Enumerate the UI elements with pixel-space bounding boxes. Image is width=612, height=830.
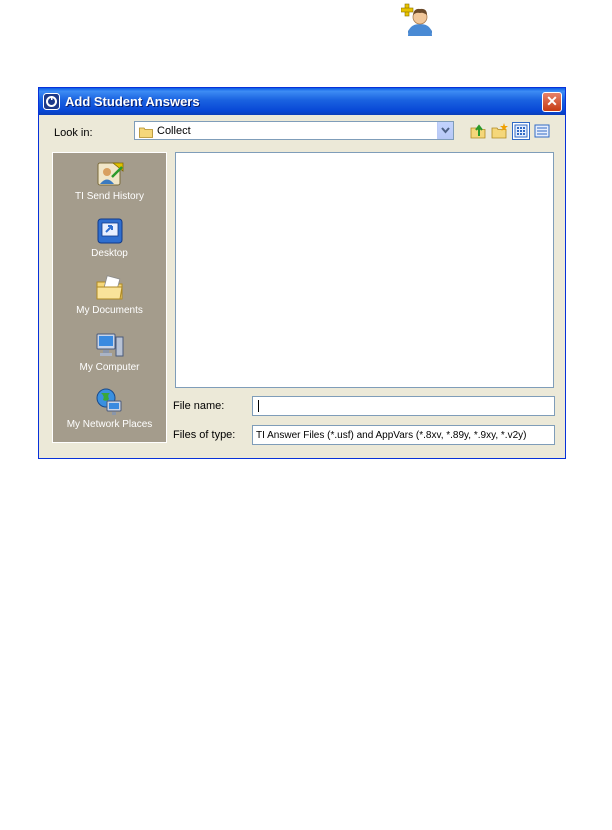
look-in-dropdown[interactable]: Collect	[134, 121, 454, 140]
place-desktop[interactable]: Desktop	[53, 216, 166, 259]
title-bar: Add Student Answers ✕	[39, 88, 565, 115]
file-list[interactable]	[175, 152, 554, 388]
place-my-documents[interactable]: My Documents	[53, 273, 166, 316]
dialog-title: Add Student Answers	[65, 94, 200, 109]
place-label: My Network Places	[66, 419, 153, 430]
add-student-icon	[400, 2, 433, 38]
close-button[interactable]: ✕	[542, 92, 562, 112]
close-icon: ✕	[546, 93, 558, 109]
add-student-answers-dialog: Add Student Answers ✕ Look in: Collect T…	[38, 87, 566, 459]
folder-icon	[139, 125, 153, 138]
list-view-icon[interactable]	[512, 122, 530, 140]
place-label: My Documents	[76, 305, 143, 316]
desktop-icon	[97, 218, 122, 244]
place-my-network-places[interactable]: My Network Places	[53, 387, 166, 430]
up-folder-icon[interactable]	[469, 122, 487, 140]
look-in-value: Collect	[157, 125, 191, 137]
ti-app-icon	[43, 93, 60, 110]
ti-send-history-icon	[97, 162, 123, 186]
place-my-computer[interactable]: My Computer	[53, 330, 166, 373]
files-of-type-label: Files of type:	[173, 429, 236, 441]
place-ti-send-history[interactable]: TI Send History	[53, 159, 166, 202]
file-name-input[interactable]	[252, 396, 555, 416]
place-label: Desktop	[91, 248, 128, 259]
my-computer-icon	[96, 333, 123, 357]
files-of-type-value: TI Answer Files (*.usf) and AppVars (*.8…	[256, 430, 527, 441]
text-caret	[258, 400, 259, 412]
new-folder-icon[interactable]	[491, 122, 509, 140]
files-of-type-dropdown[interactable]: TI Answer Files (*.usf) and AppVars (*.8…	[252, 425, 555, 445]
places-bar: TI Send History Desktop My Documents My …	[52, 152, 167, 443]
file-name-label: File name:	[173, 400, 225, 412]
place-label: TI Send History	[75, 191, 144, 202]
look-in-label: Look in:	[54, 127, 93, 139]
place-label: My Computer	[79, 362, 140, 373]
my-network-places-icon	[96, 388, 121, 415]
my-documents-icon	[96, 275, 123, 300]
chevron-down-icon[interactable]	[437, 122, 453, 139]
details-view-icon[interactable]	[533, 122, 551, 140]
